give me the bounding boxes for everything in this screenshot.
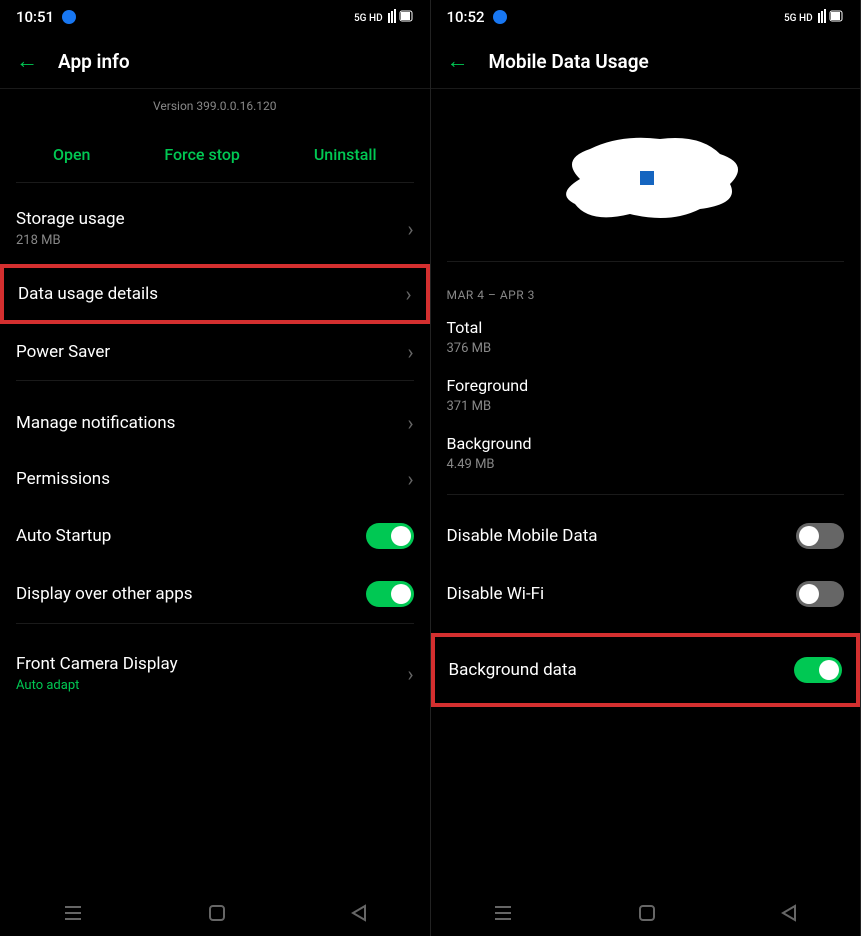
back-arrow-icon[interactable]: ← (447, 48, 469, 74)
app-icon-redacted (520, 109, 770, 249)
storage-usage-row[interactable]: Storage usage 218 MB › (0, 193, 430, 264)
open-button[interactable]: Open (53, 145, 91, 164)
back-arrow-icon[interactable]: ← (16, 48, 38, 74)
screen-app-info: 10:51 5G HD ← App info Version 399.0.0.1… (0, 0, 431, 936)
disable-mobile-row: Disable Mobile Data (431, 507, 861, 565)
storage-label: Storage usage (16, 209, 125, 229)
chevron-right-icon: › (407, 662, 413, 686)
stat-background: Background 4.49 MB (431, 424, 861, 482)
action-row: Open Force stop Uninstall (16, 127, 414, 183)
auto-startup-row: Auto Startup (0, 507, 430, 565)
background-label: Background (447, 434, 845, 453)
chevron-right-icon: › (407, 217, 413, 241)
date-range: MAR 4 – APR 3 (431, 274, 861, 308)
stat-total: Total 376 MB (431, 308, 861, 366)
stat-foreground: Foreground 371 MB (431, 366, 861, 424)
permissions-label: Permissions (16, 469, 110, 489)
status-time: 10:51 (16, 8, 54, 26)
force-stop-button[interactable]: Force stop (164, 145, 240, 164)
permissions-row[interactable]: Permissions › (0, 451, 430, 507)
notifications-row[interactable]: Manage notifications › (0, 395, 430, 451)
total-value: 376 MB (447, 341, 845, 356)
nav-back-icon[interactable] (781, 904, 797, 922)
front-camera-row[interactable]: Front Camera Display Auto adapt › (0, 638, 430, 709)
foreground-value: 371 MB (447, 399, 845, 414)
display-over-toggle[interactable] (366, 581, 414, 607)
power-saver-row[interactable]: Power Saver › (16, 324, 414, 381)
front-camera-label: Front Camera Display (16, 654, 178, 674)
front-camera-value: Auto adapt (16, 678, 178, 693)
background-data-label: Background data (449, 660, 577, 680)
nav-recent-icon[interactable] (493, 905, 513, 921)
header: ← App info (0, 34, 430, 89)
chevron-right-icon: › (407, 467, 413, 491)
auto-startup-label: Auto Startup (16, 526, 111, 546)
chevron-right-icon: › (405, 282, 411, 306)
background-data-toggle[interactable] (794, 657, 842, 683)
display-over-label: Display over other apps (16, 584, 193, 604)
disable-mobile-label: Disable Mobile Data (447, 526, 598, 546)
power-saver-label: Power Saver (16, 342, 110, 362)
data-usage-label: Data usage details (18, 284, 158, 304)
screen-mobile-data-usage: 10:52 5G HD ← Mobile Data Usage MAR 4 – … (431, 0, 861, 936)
status-icons: 5G HD (784, 9, 844, 25)
notifications-label: Manage notifications (16, 413, 175, 433)
foreground-label: Foreground (447, 376, 845, 395)
uninstall-button[interactable]: Uninstall (314, 145, 377, 164)
disable-wifi-label: Disable Wi-Fi (447, 584, 545, 604)
svg-text:5G HD: 5G HD (784, 13, 813, 24)
data-usage-row[interactable]: Data usage details › (2, 266, 428, 322)
disable-wifi-toggle[interactable] (796, 581, 844, 607)
disable-mobile-toggle[interactable] (796, 523, 844, 549)
status-icons: 5G HD (354, 9, 414, 25)
nav-bar (0, 890, 430, 936)
notification-dot-icon (62, 10, 76, 24)
storage-value: 218 MB (16, 233, 125, 248)
status-bar: 10:51 5G HD (0, 0, 430, 34)
nav-back-icon[interactable] (351, 904, 367, 922)
status-bar: 10:52 5G HD (431, 0, 861, 34)
app-version: Version 399.0.0.16.120 (0, 89, 430, 127)
disable-wifi-row: Disable Wi-Fi (431, 565, 861, 623)
nav-home-icon[interactable] (638, 904, 656, 922)
chevron-right-icon: › (407, 340, 413, 364)
nav-bar (431, 890, 861, 936)
display-over-row: Display over other apps (16, 565, 414, 624)
notification-dot-icon (493, 10, 507, 24)
auto-startup-toggle[interactable] (366, 523, 414, 549)
nav-home-icon[interactable] (208, 904, 226, 922)
total-label: Total (447, 318, 845, 337)
chevron-right-icon: › (407, 411, 413, 435)
header: ← Mobile Data Usage (431, 34, 861, 89)
page-title: Mobile Data Usage (489, 50, 649, 73)
background-data-row: Background data (433, 635, 859, 705)
svg-text:5G HD: 5G HD (354, 13, 383, 24)
status-time: 10:52 (447, 8, 485, 26)
page-title: App info (58, 50, 130, 73)
background-value: 4.49 MB (447, 457, 845, 472)
nav-recent-icon[interactable] (63, 905, 83, 921)
